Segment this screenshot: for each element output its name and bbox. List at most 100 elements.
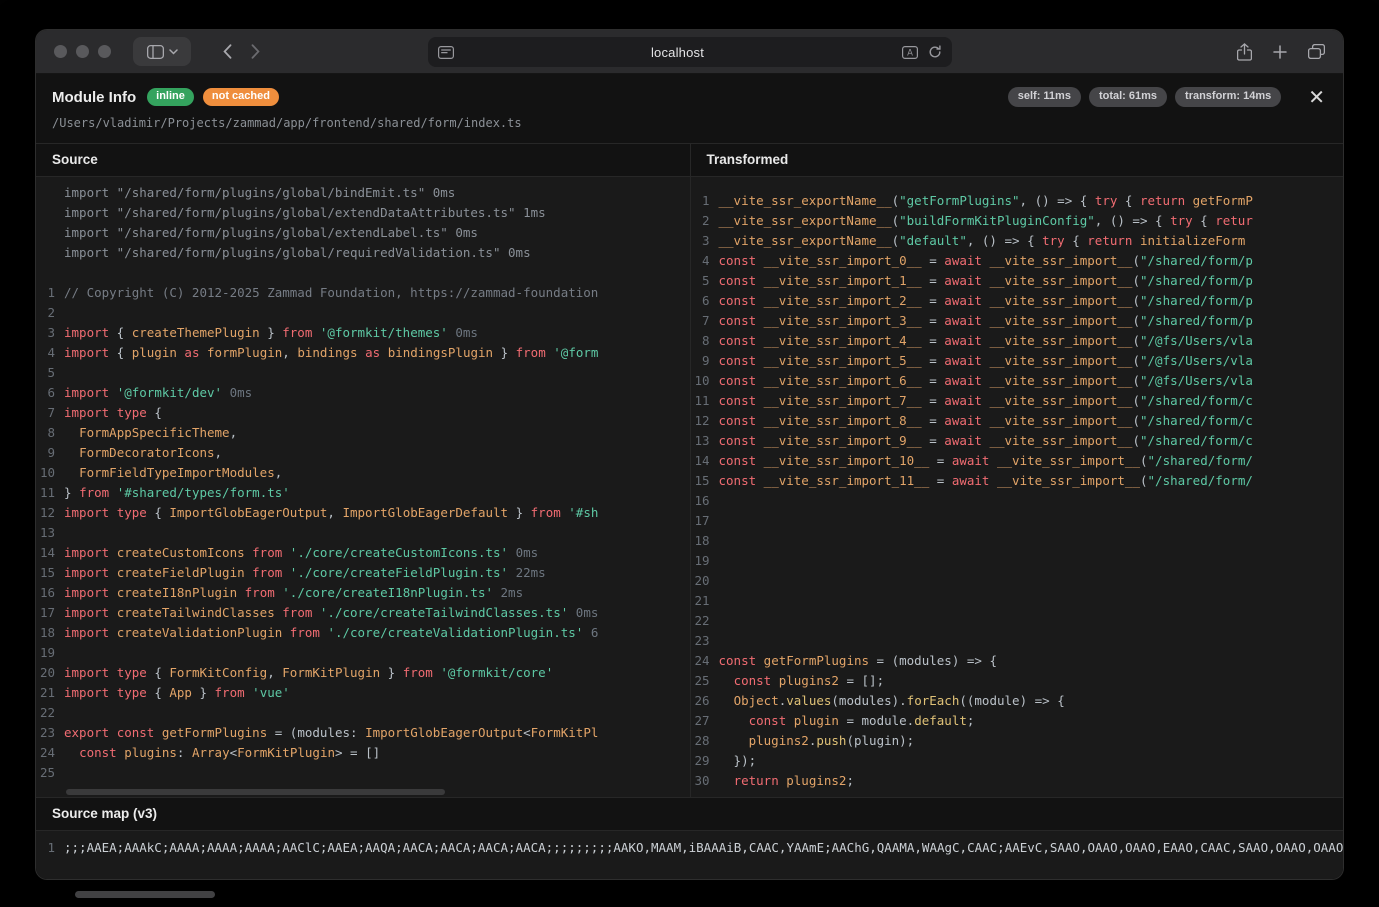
- address-bar[interactable]: localhost A: [428, 37, 952, 67]
- line-content: const plugin = module.default;: [719, 711, 975, 731]
- code-line: 7import type {: [36, 403, 690, 423]
- line-number: 20: [36, 663, 64, 683]
- line-number: [36, 243, 64, 263]
- code-line: 19: [691, 551, 1344, 571]
- code-line: 5const __vite_ssr_import_1__ = await __v…: [691, 271, 1344, 291]
- window-minimize-button[interactable]: [76, 45, 89, 58]
- line-content: const __vite_ssr_import_9__ = await __vi…: [719, 431, 1253, 451]
- line-content: const __vite_ssr_import_3__ = await __vi…: [719, 311, 1253, 331]
- code-line: import "/shared/form/plugins/global/exte…: [36, 223, 690, 243]
- line-content: const plugins: Array<FormKitPlugin> = []: [64, 743, 380, 763]
- horizontal-scrollbar[interactable]: [66, 789, 445, 795]
- tab-overview-button[interactable]: [1308, 37, 1325, 66]
- line-number: 25: [36, 763, 64, 783]
- transformed-code[interactable]: 1__vite_ssr_exportName__("getFormPlugins…: [691, 177, 1344, 797]
- dock-hint-bar: [75, 891, 215, 898]
- svg-text:A: A: [907, 48, 913, 58]
- sidebar-toggle-button[interactable]: [133, 37, 191, 66]
- code-line: 17import createTailwindClasses from './c…: [36, 603, 690, 623]
- line-number: 18: [36, 623, 64, 643]
- line-content: const __vite_ssr_import_11__ = await __v…: [719, 471, 1253, 491]
- code-line: 20: [691, 571, 1344, 591]
- close-button[interactable]: ✕: [1308, 87, 1325, 107]
- sidebar-icon: [147, 45, 164, 59]
- code-line: 21import type { App } from 'vue': [36, 683, 690, 703]
- line-number: 7: [691, 311, 719, 331]
- line-content: import createValidationPlugin from './co…: [64, 623, 598, 643]
- line-content: const __vite_ssr_import_10__ = await __v…: [719, 451, 1253, 471]
- line-content: import { plugin as formPlugin, bindings …: [64, 343, 598, 363]
- forward-button[interactable]: [241, 37, 269, 66]
- code-line: 22: [691, 611, 1344, 631]
- line-content: plugins2.push(plugin);: [719, 731, 915, 751]
- code-line: 10const __vite_ssr_import_6__ = await __…: [691, 371, 1344, 391]
- code-line: 16: [691, 491, 1344, 511]
- line-content: export const getFormPlugins = (modules: …: [64, 723, 598, 743]
- sourcemap-code[interactable]: 1;;;AAEA;AAAkC;AAAA;AAAA;AAAA;AAClC;AAEA…: [36, 831, 1343, 879]
- code-line: 26 Object.values(modules).forEach((modul…: [691, 691, 1344, 711]
- translate-icon[interactable]: A: [902, 46, 918, 59]
- line-number: 12: [691, 411, 719, 431]
- code-line: import "/shared/form/plugins/global/exte…: [36, 203, 690, 223]
- line-number: 28: [691, 731, 719, 751]
- code-line: 1;;;AAEA;AAAkC;AAAA;AAAA;AAAA;AAClC;AAEA…: [36, 838, 1343, 858]
- code-line: 23: [691, 631, 1344, 651]
- line-number: 4: [36, 343, 64, 363]
- code-line: import "/shared/form/plugins/global/bind…: [36, 183, 690, 203]
- toolbar-right-actions: [1237, 37, 1325, 66]
- module-info-header: Module Info inline not cached self: 11ms…: [36, 74, 1343, 109]
- code-line: 6import '@formkit/dev' 0ms: [36, 383, 690, 403]
- line-number: 8: [691, 331, 719, 351]
- total-time-badge: total: 61ms: [1089, 87, 1167, 107]
- back-button[interactable]: [213, 37, 241, 66]
- source-code[interactable]: import "/shared/form/plugins/global/bind…: [36, 177, 690, 797]
- line-number: 2: [691, 211, 719, 231]
- line-content: const __vite_ssr_import_2__ = await __vi…: [719, 291, 1253, 311]
- line-number: 2: [36, 303, 64, 323]
- plus-icon: [1273, 45, 1287, 59]
- line-content: ;;;AAEA;AAAkC;AAAA;AAAA;AAAA;AAClC;AAEA;…: [64, 838, 1343, 858]
- code-line: 3import { createThemePlugin } from '@for…: [36, 323, 690, 343]
- share-button[interactable]: [1237, 37, 1252, 66]
- line-number: 24: [691, 651, 719, 671]
- code-line: 21: [691, 591, 1344, 611]
- module-path: /Users/vladimir/Projects/zammad/app/fron…: [36, 109, 1343, 143]
- tabs-icon: [1308, 44, 1325, 59]
- window-controls: [54, 45, 111, 58]
- code-line: 19: [36, 643, 690, 663]
- window-zoom-button[interactable]: [98, 45, 111, 58]
- url-text: localhost: [454, 45, 902, 60]
- line-content: __vite_ssr_exportName__("getFormPlugins"…: [719, 191, 1253, 211]
- reader-icon[interactable]: [438, 46, 454, 59]
- line-content: // Copyright (C) 2012-2025 Zammad Founda…: [64, 283, 598, 303]
- line-content: } from '#shared/types/form.ts': [64, 483, 290, 503]
- line-number: 3: [36, 323, 64, 343]
- line-number: 19: [691, 551, 719, 571]
- code-line: 27 const plugin = module.default;: [691, 711, 1344, 731]
- line-content: import type {: [64, 403, 162, 423]
- timing-badges: self: 11ms total: 61ms transform: 14ms: [1008, 87, 1281, 107]
- new-tab-button[interactable]: [1273, 37, 1287, 66]
- line-content: const __vite_ssr_import_1__ = await __vi…: [719, 271, 1253, 291]
- line-content: FormFieldTypeImportModules,: [64, 463, 282, 483]
- line-number: 5: [36, 363, 64, 383]
- line-number: 21: [36, 683, 64, 703]
- window-close-button[interactable]: [54, 45, 67, 58]
- line-number: 20: [691, 571, 719, 591]
- line-number: 18: [691, 531, 719, 551]
- line-content: });: [719, 751, 757, 771]
- page-title: Module Info: [52, 89, 136, 106]
- code-line: 1// Copyright (C) 2012-2025 Zammad Found…: [36, 283, 690, 303]
- reload-icon[interactable]: [928, 45, 942, 59]
- code-line: 7const __vite_ssr_import_3__ = await __v…: [691, 311, 1344, 331]
- code-line: 9const __vite_ssr_import_5__ = await __v…: [691, 351, 1344, 371]
- code-line: 14import createCustomIcons from './core/…: [36, 543, 690, 563]
- code-line: 20import type { FormKitConfig, FormKitPl…: [36, 663, 690, 683]
- sourcemap-title: Source map (v3): [36, 798, 1343, 831]
- line-number: 15: [36, 563, 64, 583]
- line-content: __vite_ssr_exportName__("default", () =>…: [719, 231, 1246, 251]
- line-number: 1: [36, 838, 64, 858]
- line-number: 7: [36, 403, 64, 423]
- line-content: import "/shared/form/plugins/global/requ…: [64, 243, 531, 263]
- line-content: const plugins2 = [];: [719, 671, 885, 691]
